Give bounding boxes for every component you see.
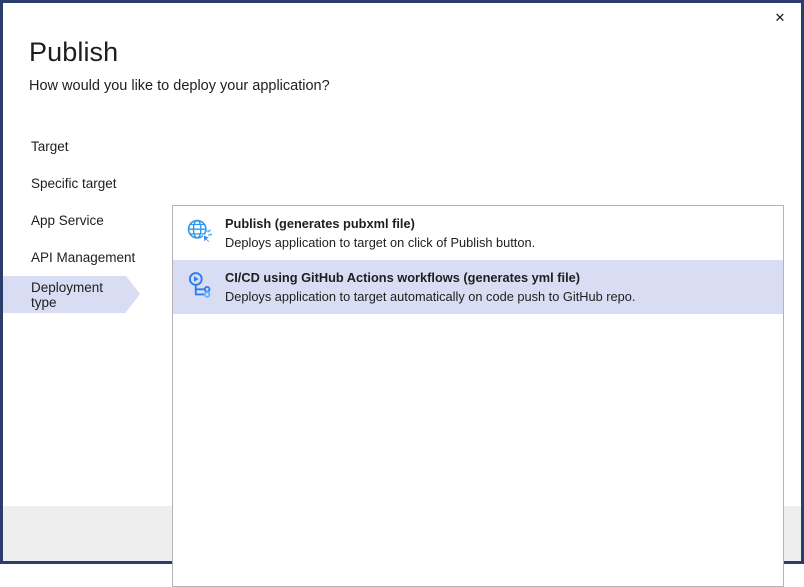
option-title: Publish (generates pubxml file) [225, 216, 783, 232]
page-subtitle: How would you like to deploy your applic… [29, 66, 801, 95]
option-text-block: CI/CD using GitHub Actions workflows (ge… [225, 269, 783, 305]
option-publish-pubxml[interactable]: Publish (generates pubxml file) Deploys … [173, 206, 783, 260]
close-icon[interactable]: ✕ [759, 3, 801, 31]
dialog-header: Publish How would you like to deploy you… [3, 31, 801, 95]
wizard-sidebar: Target Specific target App Service API M… [3, 128, 168, 313]
cicd-pipeline-icon [183, 269, 217, 303]
globe-click-icon [183, 215, 217, 249]
sidebar-item-target[interactable]: Target [3, 128, 168, 165]
sidebar-item-specific-target[interactable]: Specific target [3, 165, 168, 202]
publish-dialog: ✕ Publish How would you like to deploy y… [0, 0, 804, 564]
dialog-body: Target Specific target App Service API M… [3, 95, 801, 506]
sidebar-item-label: API Management [31, 250, 135, 265]
option-text-block: Publish (generates pubxml file) Deploys … [225, 215, 783, 251]
deployment-type-list: Publish (generates pubxml file) Deploys … [172, 205, 784, 587]
option-description: Deploys application to target on click o… [225, 232, 783, 251]
dialog-titlebar: ✕ [3, 3, 801, 31]
page-title: Publish [29, 31, 801, 66]
sidebar-item-label: Deployment type [31, 280, 126, 310]
sidebar-item-label: App Service [31, 213, 104, 228]
sidebar-item-api-management[interactable]: API Management [3, 239, 168, 276]
option-cicd-github-actions[interactable]: CI/CD using GitHub Actions workflows (ge… [173, 260, 783, 314]
sidebar-item-deployment-type[interactable]: Deployment type [3, 276, 126, 313]
sidebar-item-app-service[interactable]: App Service [3, 202, 168, 239]
sidebar-item-label: Specific target [31, 176, 117, 191]
sidebar-item-label: Target [31, 139, 69, 154]
option-description: Deploys application to target automatica… [225, 286, 783, 305]
option-title: CI/CD using GitHub Actions workflows (ge… [225, 270, 783, 286]
